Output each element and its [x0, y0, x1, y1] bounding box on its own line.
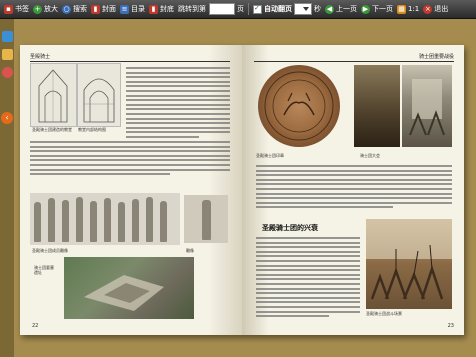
back-cover-label: 封底	[160, 5, 174, 13]
assembly-caption: 骑士团大会	[360, 153, 380, 158]
next-page-label: 下一页	[372, 5, 393, 13]
battle-painting	[366, 219, 452, 309]
exit-label: 退出	[434, 5, 449, 13]
thumbnail-icon[interactable]	[2, 31, 13, 42]
next-page-button[interactable]: ▶ 下一页	[361, 4, 393, 14]
statue-detail-illustration	[184, 195, 228, 243]
actual-size-button[interactable]: ▦ 1:1	[397, 4, 420, 14]
templar-seal-photo	[258, 65, 340, 147]
left-body-text-2	[30, 141, 230, 178]
bookmark-button[interactable]: ▪ 书签	[4, 4, 29, 14]
seal-caption: 圣殿骑士团印章	[256, 153, 284, 158]
exit-button[interactable]: × 退出	[423, 4, 448, 14]
statue-detail-caption: 雕像	[186, 248, 194, 253]
church-illustration-right	[77, 63, 121, 127]
right-header-text: 骑士团重要战役	[418, 54, 454, 60]
right-body-text-1	[256, 165, 452, 211]
actual-size-icon: ▦	[397, 4, 406, 14]
bookshelf-icon[interactable]	[2, 49, 13, 60]
back-cover-button[interactable]: ▮ 封底	[149, 4, 174, 14]
church-illustration-left	[30, 63, 77, 127]
side-panel: ‹	[0, 19, 14, 357]
left-body-text-1	[126, 67, 230, 141]
right-body-text-2	[256, 237, 360, 320]
actual-size-label: 1:1	[408, 5, 420, 13]
autoflip-label: 自动翻页	[264, 5, 292, 13]
prev-page-label: 上一页	[336, 5, 357, 13]
seconds-unit-label: 秒	[314, 5, 321, 13]
page-unit-label: 页	[237, 5, 244, 13]
cover-button[interactable]: ▮ 封面	[91, 4, 116, 14]
autoflip-checkbox[interactable]	[253, 4, 262, 14]
search-icon: ○	[62, 4, 71, 14]
church-right-caption: 教堂内部结构图	[78, 127, 106, 132]
fortress-aerial-photo	[64, 257, 194, 319]
back-cover-icon: ▮	[149, 4, 158, 14]
toolbar-divider	[248, 3, 249, 15]
goto-page-group: 跳转到第 页	[178, 3, 244, 15]
contents-icon: ≡	[120, 4, 129, 14]
zoom-in-icon: +	[33, 4, 42, 14]
panel-toggle-tab[interactable]: ‹	[1, 112, 13, 124]
exit-icon: ×	[423, 4, 433, 14]
church-left-caption: 圣殿骑士团建造的教堂	[32, 127, 72, 132]
statues-caption: 圣殿骑士团成员雕像	[32, 248, 68, 253]
search-label: 搜索	[73, 5, 87, 13]
settings-icon[interactable]	[2, 67, 13, 78]
cover-icon: ▮	[91, 4, 100, 14]
contents-button[interactable]: ≡ 目录	[120, 4, 145, 14]
autoflip-seconds-select[interactable]	[294, 3, 312, 15]
statues-illustration	[30, 193, 180, 245]
arrow-right-icon: ▶	[361, 4, 370, 14]
left-header-text: 圣殿骑士	[30, 54, 51, 60]
autoflip-toggle[interactable]: 自动翻页 秒	[253, 3, 321, 15]
assembly-painting-left	[354, 65, 400, 147]
prev-page-button[interactable]: ◀ 上一页	[325, 4, 357, 14]
bookmark-label: 书签	[15, 5, 29, 13]
zoom-in-label: 放大	[44, 5, 58, 13]
left-running-header: 圣殿骑士	[30, 53, 230, 62]
search-button[interactable]: ○ 搜索	[62, 4, 87, 14]
goto-page-input[interactable]	[209, 3, 235, 15]
section-heading: 圣殿骑士团的兴衰	[262, 224, 318, 232]
left-page-number: 22	[32, 323, 39, 329]
right-running-header: 骑士团重要战役	[254, 53, 454, 62]
battle-caption: 圣殿骑士团战斗场景	[366, 311, 402, 316]
right-page-number: 23	[447, 323, 454, 329]
arrow-left-icon: ◀	[325, 4, 334, 14]
cover-label: 封面	[102, 5, 116, 13]
left-page[interactable]: 圣殿骑士 圣殿骑士团建造的教堂 教堂内部结构图 圣殿骑士团成员雕像 雕像 骑士团…	[20, 45, 242, 335]
book-spread: 圣殿骑士 圣殿骑士团建造的教堂 教堂内部结构图 圣殿骑士团成员雕像 雕像 骑士团…	[20, 45, 464, 335]
assembly-painting-right	[402, 65, 452, 147]
aerial-caption: 骑士团要塞遗址	[34, 265, 54, 275]
goto-label: 跳转到第	[178, 5, 206, 13]
zoom-in-button[interactable]: + 放大	[33, 4, 58, 14]
contents-label: 目录	[131, 5, 145, 13]
reader-toolbar: ▪ 书签 + 放大 ○ 搜索 ▮ 封面 ≡ 目录 ▮ 封底 跳转到第 页 自动翻…	[0, 0, 476, 19]
bookmark-icon: ▪	[4, 4, 13, 14]
right-page[interactable]: 骑士团重要战役 圣殿骑士团印章 骑士团大会 圣殿骑士团的兴衰 圣殿骑士团战斗场景…	[242, 45, 464, 335]
